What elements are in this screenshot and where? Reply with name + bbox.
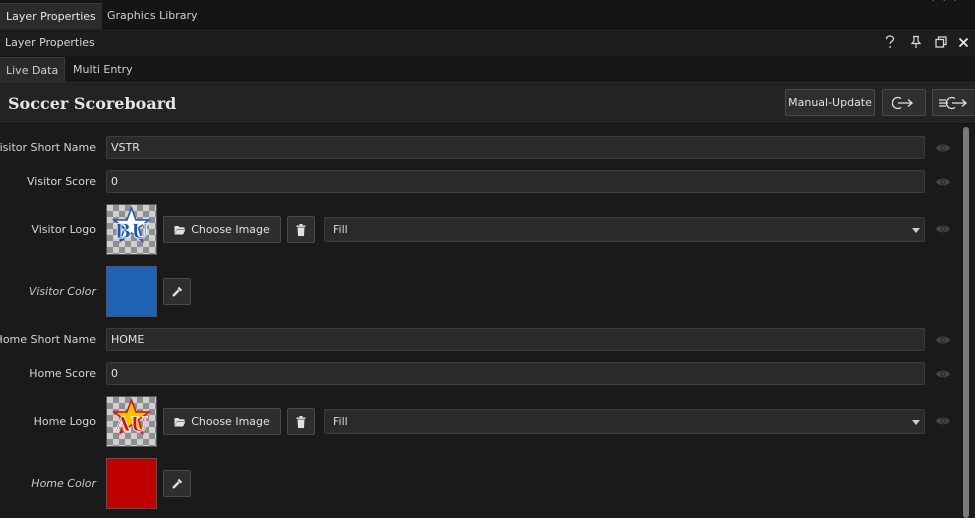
visitor-logo-thumbnail[interactable]: BU bbox=[106, 204, 157, 255]
visibility-eye-icon[interactable] bbox=[935, 142, 951, 154]
visibility-eye-icon[interactable] bbox=[935, 368, 951, 380]
page-title: Soccer Scoreboard bbox=[8, 94, 177, 113]
visitor-logo-fill-value: Fill bbox=[333, 223, 348, 236]
home-short-name-label: Home Short Name bbox=[0, 333, 96, 346]
visitor-color-picker-button[interactable] bbox=[163, 278, 191, 305]
trash-icon bbox=[296, 223, 306, 236]
visibility-eye-icon[interactable] bbox=[935, 176, 951, 188]
vertical-scrollbar[interactable] bbox=[963, 127, 969, 518]
restore-window-icon[interactable] bbox=[933, 34, 949, 50]
fast-out-button[interactable] bbox=[932, 89, 975, 116]
visitor-short-name-label: Visitor Short Name bbox=[0, 141, 96, 154]
eyedropper-icon bbox=[172, 478, 182, 489]
home-logo-image: AU bbox=[111, 397, 152, 436]
home-clear-image-button[interactable] bbox=[287, 408, 315, 435]
home-logo-label: Home Logo bbox=[33, 415, 96, 428]
visitor-short-name-input[interactable]: VSTR bbox=[106, 136, 925, 159]
svg-text:AU: AU bbox=[114, 412, 148, 436]
fast-out-icon bbox=[939, 96, 967, 109]
visitor-logo-image: BU bbox=[111, 205, 152, 243]
visitor-color-swatch[interactable] bbox=[106, 266, 157, 317]
choose-image-label: Choose Image bbox=[191, 223, 270, 236]
panel-header: Layer Properties bbox=[0, 29, 975, 56]
template-titlebar: Soccer Scoreboard Manual-Update bbox=[0, 83, 975, 124]
chevron-down-icon bbox=[912, 228, 920, 233]
home-color-picker-button[interactable] bbox=[163, 470, 191, 497]
home-score-label: Home Score bbox=[29, 367, 96, 380]
home-logo-thumbnail[interactable]: AU bbox=[106, 396, 157, 447]
tab-layer-properties[interactable]: Layer Properties bbox=[0, 3, 102, 29]
panel-title: Layer Properties bbox=[5, 36, 95, 49]
sub-tab-bar: Live Data Multi Entry bbox=[0, 56, 975, 83]
tab-multi-entry[interactable]: Multi Entry bbox=[67, 57, 139, 83]
visibility-eye-icon[interactable] bbox=[935, 334, 951, 346]
home-color-label: Home Color bbox=[31, 477, 96, 490]
choose-image-label: Choose Image bbox=[191, 415, 270, 428]
tab-live-data[interactable]: Live Data bbox=[0, 57, 66, 83]
close-icon[interactable] bbox=[955, 34, 971, 50]
eyedropper-icon bbox=[172, 286, 182, 297]
home-logo-fill-value: Fill bbox=[333, 415, 348, 428]
folder-open-icon bbox=[174, 417, 186, 426]
manual-update-button[interactable]: Manual-Update bbox=[785, 89, 875, 116]
visibility-eye-icon[interactable] bbox=[935, 415, 951, 427]
home-logo-fill-select[interactable]: Fill bbox=[324, 409, 925, 434]
home-score-input[interactable]: 0 bbox=[106, 362, 925, 385]
visitor-logo-label: Visitor Logo bbox=[31, 223, 96, 236]
home-choose-image-button[interactable]: Choose Image bbox=[163, 408, 281, 435]
visitor-choose-image-button[interactable]: Choose Image bbox=[163, 216, 281, 243]
chevron-down-icon bbox=[912, 420, 920, 425]
home-color-swatch[interactable] bbox=[106, 458, 157, 509]
visitor-logo-fill-select[interactable]: Fill bbox=[324, 217, 925, 242]
visibility-eye-icon[interactable] bbox=[935, 223, 951, 235]
visitor-score-input[interactable]: 0 bbox=[106, 170, 925, 193]
help-icon[interactable] bbox=[882, 34, 898, 50]
visitor-color-label: Visitor Color bbox=[28, 285, 96, 298]
take-out-button[interactable] bbox=[882, 89, 926, 116]
trash-icon bbox=[296, 415, 306, 428]
pin-icon[interactable] bbox=[908, 34, 924, 50]
visitor-score-label: Visitor Score bbox=[27, 175, 96, 188]
svg-text:BU: BU bbox=[114, 219, 148, 243]
take-out-icon bbox=[892, 96, 913, 109]
tab-graphics-library[interactable]: Graphics Library bbox=[101, 3, 204, 29]
folder-open-icon bbox=[174, 225, 186, 234]
visitor-clear-image-button[interactable] bbox=[287, 216, 315, 243]
overflow-dots-icon[interactable]: · · · bbox=[932, 0, 959, 7]
home-short-name-input[interactable]: HOME bbox=[106, 328, 925, 351]
top-tab-bar: Layer Properties Graphics Library · · · bbox=[0, 0, 975, 29]
